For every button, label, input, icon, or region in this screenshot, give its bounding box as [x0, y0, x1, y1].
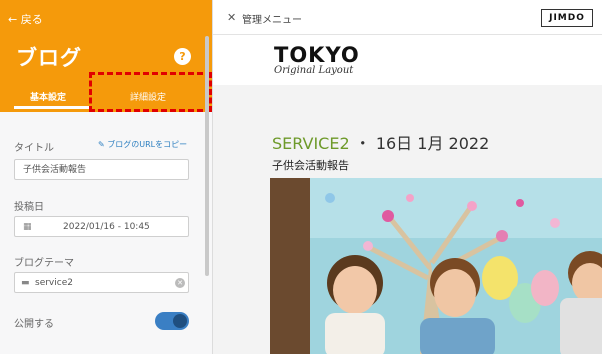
calendar-icon: ▦: [23, 222, 32, 232]
panel-title: ブログ: [16, 46, 82, 70]
site-logo-subtitle: Original Layout: [274, 65, 354, 76]
site-logo[interactable]: TOKYO: [274, 43, 360, 67]
post-service: SERVICE2: [272, 134, 350, 153]
title-label: タイトル: [14, 143, 54, 154]
help-icon[interactable]: ?: [174, 48, 191, 65]
highlight-annotation: [89, 72, 212, 112]
theme-value: service2: [35, 278, 73, 288]
date-value: 2022/01/16 - 10:45: [63, 222, 150, 232]
close-icon[interactable]: ✕: [227, 11, 236, 24]
post-subtitle: 子供会活動報告: [272, 159, 349, 172]
date-label: 投稿日: [14, 202, 44, 213]
active-tab-indicator: [14, 106, 92, 109]
post-date: ・ 16日 1月 2022: [354, 134, 490, 153]
toggle-knob: [173, 314, 187, 328]
theme-label: ブログテーマ: [14, 258, 74, 269]
post-title: SERVICE2 ・ 16日 1月 2022: [272, 130, 489, 154]
clear-icon[interactable]: ✕: [175, 278, 185, 288]
theme-select[interactable]: ▬ service2 ✕: [14, 272, 189, 293]
back-button[interactable]: ← 戻る: [8, 11, 43, 27]
copy-url-link[interactable]: ✎ ブログのURLをコピー: [98, 139, 187, 150]
title-input[interactable]: 子供会活動報告: [14, 159, 189, 180]
sidebar-scrollbar[interactable]: [205, 36, 209, 276]
post-photo: [270, 178, 602, 354]
tab-basic-settings[interactable]: 基本設定: [30, 90, 66, 103]
date-input[interactable]: ▦ 2022/01/16 - 10:45: [14, 216, 189, 237]
admin-menu-label[interactable]: 管理メニュー: [242, 11, 302, 26]
site-header: [213, 35, 602, 85]
publish-label: 公開する: [14, 319, 54, 330]
folder-icon: ▬: [21, 278, 30, 288]
jimdo-logo[interactable]: JIMDO: [541, 9, 593, 27]
